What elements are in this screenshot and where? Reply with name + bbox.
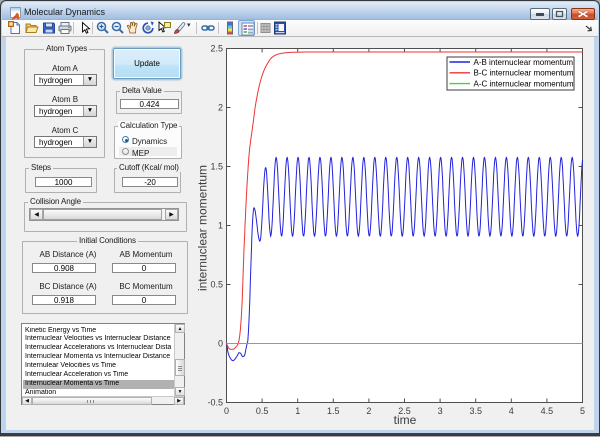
svg-text:time: time	[394, 413, 417, 427]
svg-text:1: 1	[218, 221, 223, 231]
svg-text:1.5: 1.5	[210, 162, 223, 172]
svg-text:3: 3	[438, 406, 443, 416]
svg-text:0.5: 0.5	[210, 280, 223, 290]
svg-text:0: 0	[218, 339, 223, 349]
svg-text:B-C internuclear momentum: B-C internuclear momentum	[474, 69, 574, 78]
svg-text:4.5: 4.5	[541, 406, 554, 416]
svg-text:3.5: 3.5	[469, 406, 482, 416]
svg-text:2: 2	[218, 103, 223, 113]
svg-text:1: 1	[295, 406, 300, 416]
svg-text:5: 5	[580, 406, 585, 416]
svg-text:2.5: 2.5	[210, 44, 223, 54]
svg-text:internuclear momentum: internuclear momentum	[196, 165, 210, 291]
svg-text:2: 2	[366, 406, 371, 416]
svg-text:0.5: 0.5	[256, 406, 269, 416]
svg-text:-0.5: -0.5	[207, 398, 223, 408]
svg-text:0: 0	[224, 406, 229, 416]
svg-text:A-C internuclear momentum: A-C internuclear momentum	[474, 79, 574, 88]
svg-text:4: 4	[509, 406, 514, 416]
svg-text:1.5: 1.5	[327, 406, 340, 416]
svg-text:A-B internuclear momentum: A-B internuclear momentum	[474, 58, 574, 67]
